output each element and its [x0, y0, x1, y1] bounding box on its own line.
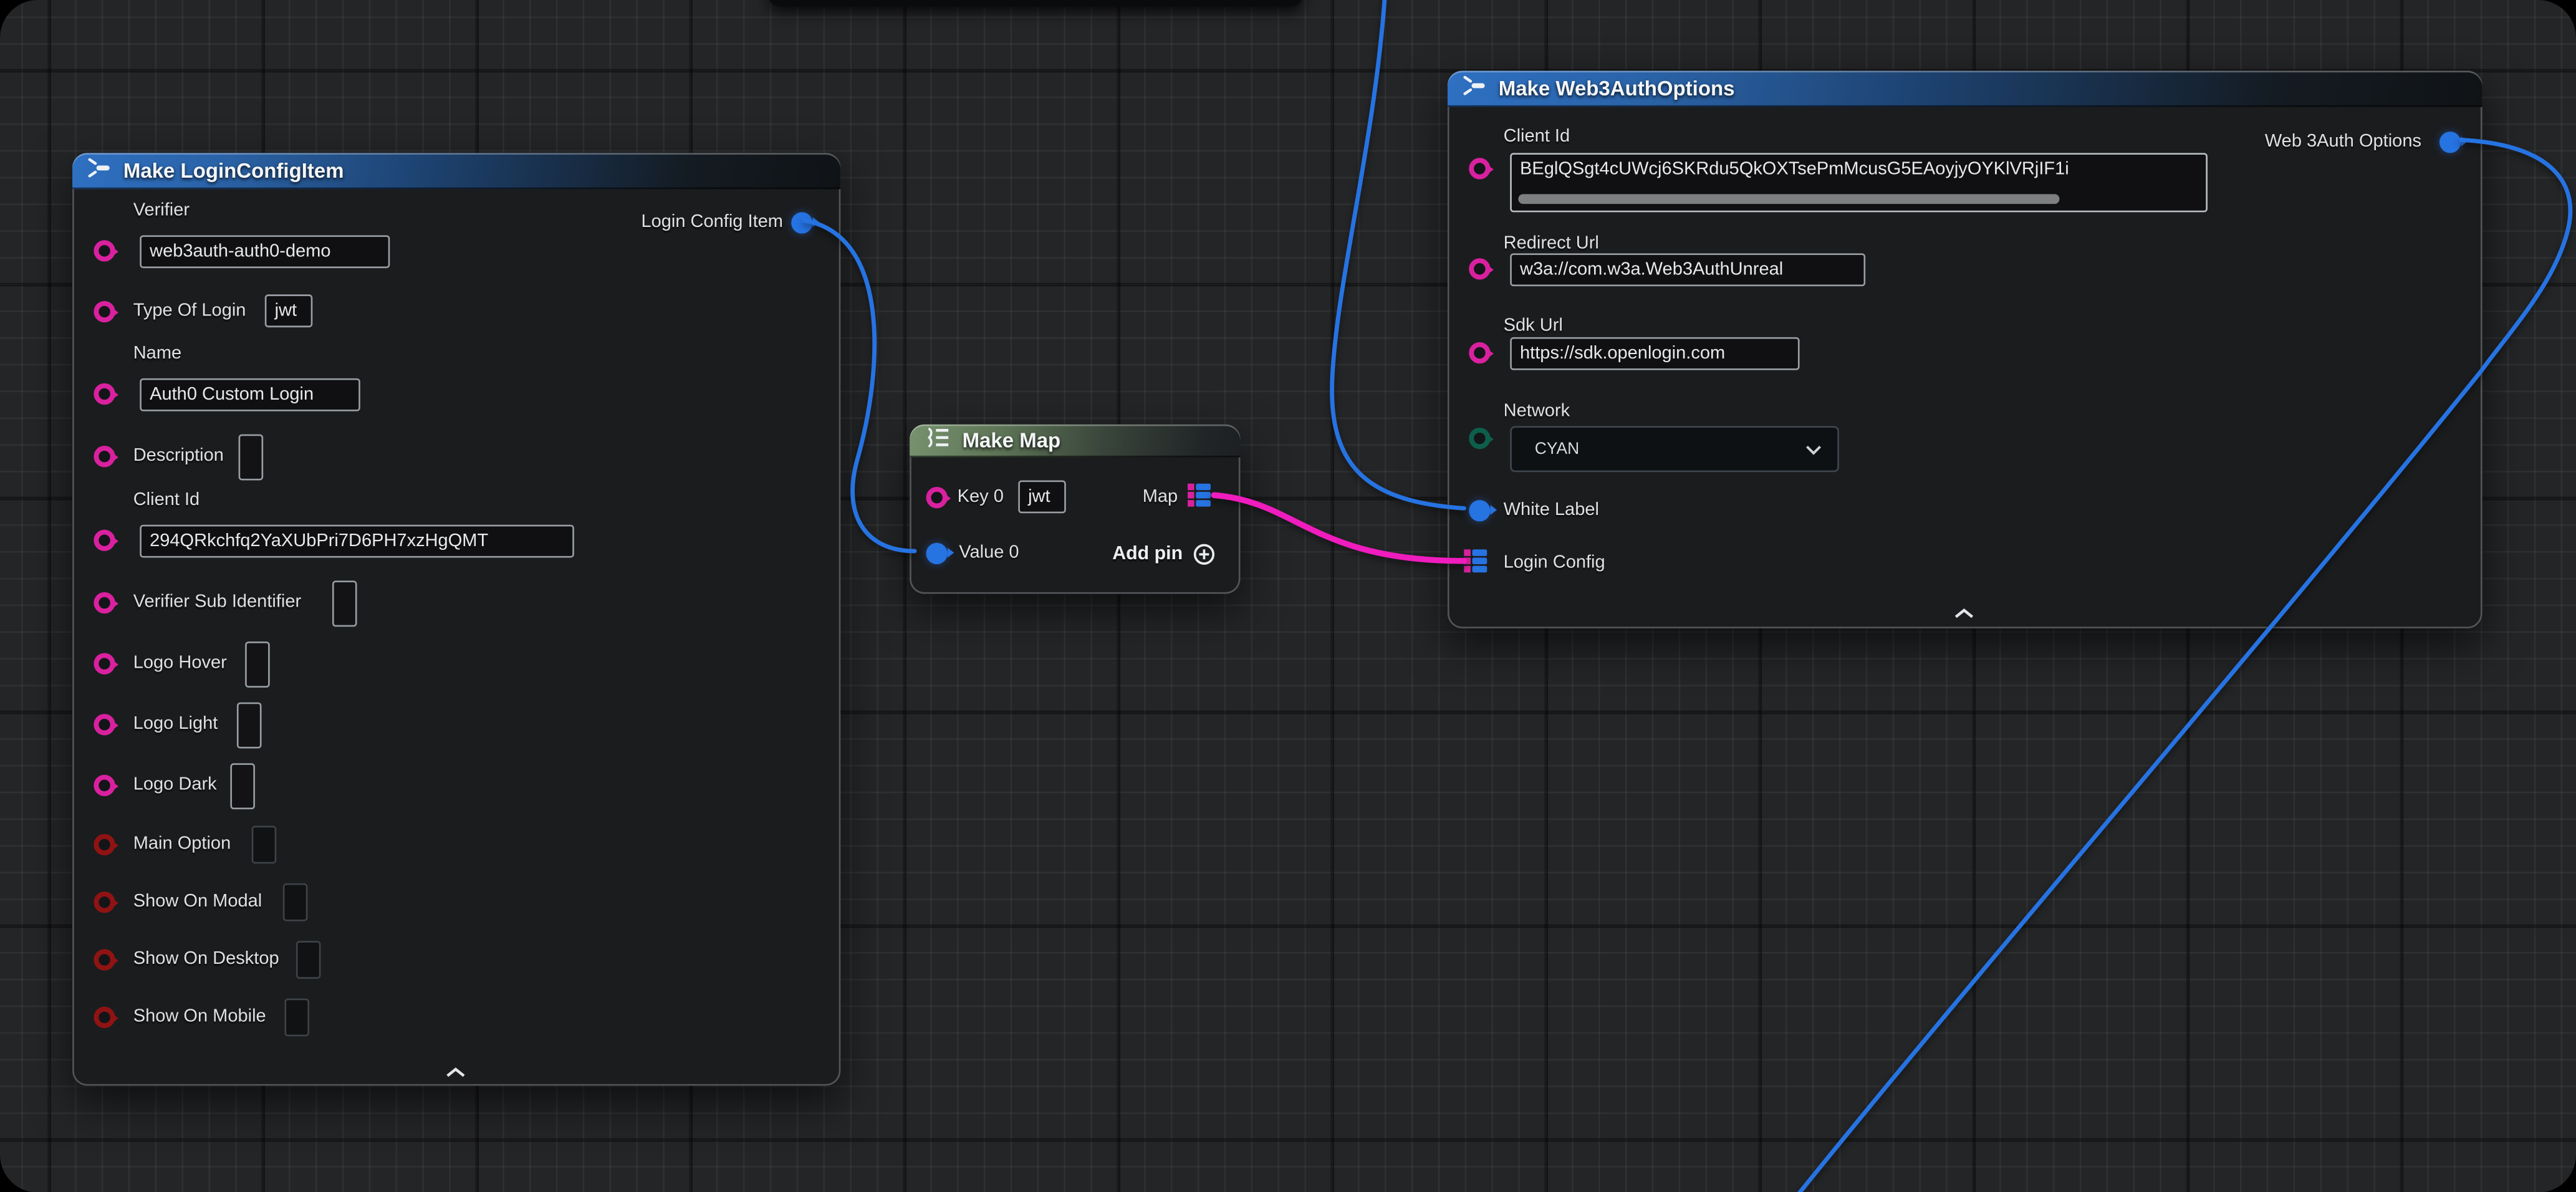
logo-light-input[interactable] [237, 703, 262, 749]
show-on-desktop-checkbox[interactable] [296, 941, 321, 979]
show-on-mobile-checkbox[interactable] [284, 999, 309, 1037]
sdk-url-input[interactable]: https://sdk.openlogin.com [1510, 337, 1799, 370]
pin-label-show-on-modal: Show On Modal [133, 892, 262, 911]
pin-key-0[interactable] [926, 487, 948, 508]
pin-label-white-label: White Label [1504, 500, 1599, 520]
pin-type-of-login[interactable] [94, 301, 115, 322]
pin-main-option[interactable] [94, 834, 115, 855]
pin-name[interactable] [94, 383, 115, 405]
node-make-map[interactable]: Make Map Key 0 jwt Map Value 0 Add pin [910, 425, 1240, 594]
pin-label-logo-dark: Logo Dark [133, 775, 217, 795]
pin-logo-hover[interactable] [94, 653, 115, 675]
node-title: Make LoginConfigItem [123, 160, 344, 183]
wire-offscreen-top-to-white-label[interactable] [1332, 0, 1464, 508]
pin-verifier-sub-identifier[interactable] [94, 592, 115, 613]
pin-logo-dark[interactable] [94, 775, 115, 796]
pin-client-id[interactable] [1469, 158, 1490, 179]
logo-dark-input[interactable] [230, 763, 255, 809]
redirect-url-input[interactable]: w3a://com.w3a.Web3AuthUnreal [1510, 253, 1865, 286]
chevron-down-icon [1805, 443, 1823, 454]
offscreen-node-fragment[interactable] [768, 0, 1303, 7]
client-id-input[interactable]: 294QRkchfq2YaXUbPri7D6PH7xzHgQMT [140, 525, 574, 558]
add-pin-icon [1193, 543, 1216, 566]
pin-client-id[interactable] [94, 530, 115, 551]
struct-node-icon [1463, 74, 1487, 103]
output-label-login-config-item: Login Config Item [641, 212, 782, 232]
network-dropdown[interactable]: CYAN [1510, 426, 1839, 472]
node-header-make-web3authoptions[interactable]: Make Web3AuthOptions [1448, 70, 2482, 107]
pin-label-show-on-mobile: Show On Mobile [133, 1007, 266, 1027]
pin-redirect-url[interactable] [1469, 258, 1490, 279]
pin-white-label[interactable] [1469, 499, 1490, 521]
pin-label-client-id: Client Id [133, 490, 199, 510]
network-dropdown-value: CYAN [1535, 440, 1579, 458]
pin-label-logo-light: Logo Light [133, 714, 218, 734]
struct-node-icon [87, 156, 112, 186]
pin-login-config[interactable] [1464, 549, 1487, 572]
pin-label-logo-hover: Logo Hover [133, 653, 227, 673]
key-0-input[interactable]: jwt [1018, 480, 1066, 513]
blueprint-stage: Make LoginConfigItem Verifier web3auth-a… [0, 0, 2576, 1192]
node-header-make-loginconfigitem[interactable]: Make LoginConfigItem [72, 153, 840, 189]
pin-verifier[interactable] [94, 240, 115, 261]
verifier-sub-identifier-input[interactable] [332, 580, 357, 627]
collapse-node-button[interactable] [1953, 598, 1976, 628]
pin-label-description: Description [133, 446, 224, 466]
map-container-icon [925, 426, 951, 455]
pin-value-0[interactable] [926, 542, 948, 563]
node-header-make-map[interactable]: Make Map [910, 425, 1240, 458]
pin-description[interactable] [94, 446, 115, 467]
node-make-web3authoptions[interactable]: Make Web3AuthOptions Client Id BEglQSgt4… [1448, 70, 2482, 628]
pin-show-on-modal[interactable] [94, 892, 115, 913]
verifier-input[interactable]: web3auth-auth0-demo [140, 235, 390, 268]
chevron-up-icon [444, 1066, 467, 1079]
logo-hover-input[interactable] [245, 642, 270, 688]
node-make-loginconfigitem[interactable]: Make LoginConfigItem Verifier web3auth-a… [72, 153, 840, 1085]
output-label-web3auth-options: Web 3Auth Options [2265, 132, 2421, 151]
description-input[interactable] [239, 435, 264, 481]
pin-sdk-url[interactable] [1469, 342, 1490, 363]
add-pin-button[interactable]: Add pin [1112, 543, 1216, 566]
pin-label-show-on-desktop: Show On Desktop [133, 949, 279, 969]
node-title: Make Web3AuthOptions [1499, 77, 1735, 100]
pin-output-map[interactable] [1188, 484, 1211, 507]
chevron-up-icon [1953, 607, 1976, 620]
pin-network[interactable] [1469, 428, 1490, 449]
pin-show-on-mobile[interactable] [94, 1007, 115, 1028]
pin-label-client-id: Client Id [1504, 127, 1570, 147]
client-id-input[interactable]: BEglQSgt4cUWcj6SKRdu5QkOXTsePmMcusG5EAoy… [1510, 153, 2208, 212]
pin-label-type-of-login: Type Of Login [133, 301, 246, 321]
pin-label-network: Network [1504, 401, 1570, 421]
pin-label-sdk-url: Sdk Url [1504, 316, 1563, 336]
type-of-login-input[interactable]: jwt [265, 294, 313, 327]
output-label-map: Map [1143, 487, 1178, 507]
pin-output-web3auth-options[interactable] [2439, 131, 2461, 152]
pin-label-key-0: Key 0 [958, 487, 1004, 507]
name-input[interactable]: Auth0 Custom Login [140, 378, 360, 411]
collapse-node-button[interactable] [444, 1058, 467, 1087]
pin-label-verifier-sub-identifier: Verifier Sub Identifier [133, 592, 301, 612]
pin-show-on-desktop[interactable] [94, 949, 115, 970]
pin-label-login-config: Login Config [1504, 553, 1605, 573]
blueprint-graph-canvas[interactable]: Make LoginConfigItem Verifier web3auth-a… [0, 0, 2576, 1192]
main-option-checkbox[interactable] [252, 826, 277, 864]
show-on-modal-checkbox[interactable] [283, 883, 308, 921]
pin-label-main-option: Main Option [133, 834, 231, 854]
node-title: Make Map [963, 430, 1061, 453]
pin-label-redirect-url: Redirect Url [1504, 234, 1599, 254]
client-id-hscrollbar[interactable] [1518, 194, 2060, 204]
pin-logo-light[interactable] [94, 714, 115, 735]
pin-label-verifier: Verifier [133, 201, 190, 221]
pin-label-value-0: Value 0 [959, 543, 1019, 563]
pin-label-name: Name [133, 344, 181, 363]
